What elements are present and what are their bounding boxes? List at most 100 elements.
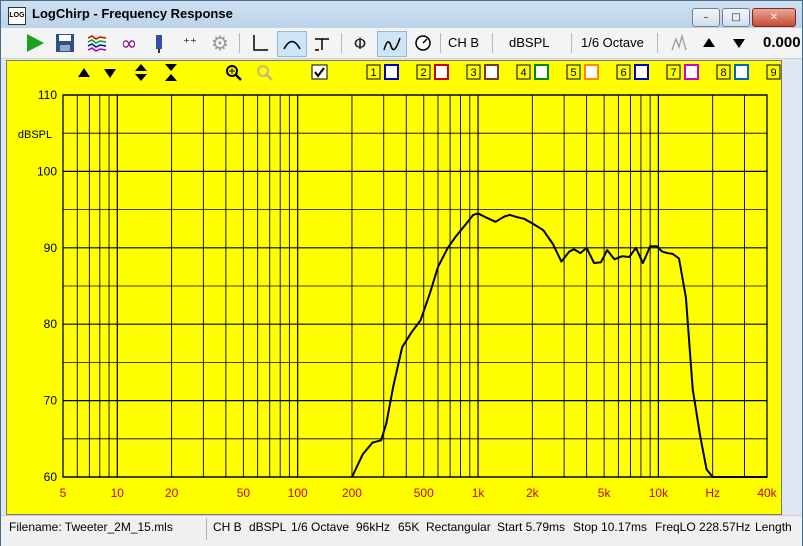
channel-toggle-8[interactable]: 8 bbox=[716, 64, 749, 80]
window-controls: – □ ✕ bbox=[692, 8, 796, 27]
x-tick-label: Hz bbox=[705, 486, 720, 500]
y-tick-label: 70 bbox=[44, 394, 58, 408]
toolbar-separator bbox=[341, 33, 342, 53]
x-tick-label: 50 bbox=[237, 486, 251, 500]
frequency-icon[interactable] bbox=[277, 31, 307, 57]
toolbar-separator bbox=[571, 33, 572, 53]
status-stop: Stop 10.17ms bbox=[573, 520, 648, 534]
channel-color-swatch[interactable] bbox=[484, 64, 499, 80]
scroll-up-icon[interactable] bbox=[78, 68, 90, 77]
channel-number: 9 bbox=[770, 67, 776, 79]
status-channel: CH B bbox=[213, 520, 242, 534]
gear-icon[interactable]: ⚙ bbox=[208, 31, 232, 55]
select-all-checkbox[interactable] bbox=[311, 64, 328, 80]
channel-color-swatch[interactable] bbox=[734, 64, 749, 80]
phase-icon[interactable]: Φ bbox=[347, 31, 373, 55]
status-window: Rectangular bbox=[426, 520, 491, 534]
arrow-up-icon[interactable] bbox=[698, 31, 720, 55]
channel-number: 2 bbox=[420, 67, 426, 79]
y-tick-label: 90 bbox=[44, 241, 58, 255]
channel-color-swatch[interactable] bbox=[584, 64, 599, 80]
channel-selector[interactable]: CH B bbox=[448, 35, 479, 50]
x-tick-label: 40k bbox=[757, 486, 777, 500]
status-length: Length bbox=[755, 520, 792, 534]
y-axis-label: dBSPL bbox=[18, 129, 52, 141]
channel-number: 7 bbox=[670, 67, 676, 79]
channel-toggle-9[interactable]: 9 bbox=[766, 64, 799, 80]
x-axis-ticks: 5 10 20 50 100 200 500 1k 2k 5k 10k Hz 40k bbox=[60, 486, 778, 500]
channel-toggle-7[interactable]: 7 bbox=[666, 64, 699, 80]
channel-toggle-2[interactable]: 2 bbox=[416, 64, 449, 80]
channel-color-swatch[interactable] bbox=[534, 64, 549, 80]
channel-number: 5 bbox=[570, 67, 576, 79]
toolbar-separator bbox=[657, 33, 658, 53]
smoothing-selector[interactable]: 1/6 Octave bbox=[581, 35, 644, 50]
window-title: LogChirp - Frequency Response bbox=[32, 6, 233, 21]
channel-color-swatch[interactable] bbox=[434, 64, 449, 80]
x-tick-label: 100 bbox=[288, 486, 308, 500]
expand-icon[interactable] bbox=[135, 64, 147, 81]
y-tick-label: 100 bbox=[37, 164, 57, 178]
channel-number: 6 bbox=[620, 67, 626, 79]
x-tick-label: 5k bbox=[598, 486, 612, 500]
status-filename: Filename: Tweeter_2M_15.mls bbox=[9, 520, 173, 534]
toolbar-separator bbox=[239, 33, 240, 53]
arrow-down-icon[interactable] bbox=[728, 31, 750, 55]
status-units: dBSPL bbox=[249, 520, 287, 534]
marker-icon[interactable]: ⁺⁺ bbox=[179, 31, 201, 55]
y-tick-label: 60 bbox=[44, 470, 58, 484]
channel-toggle-6[interactable]: 6 bbox=[616, 64, 649, 80]
x-tick-label: 10k bbox=[649, 486, 669, 500]
zoom-out-icon[interactable] bbox=[257, 65, 273, 81]
save-icon[interactable] bbox=[53, 31, 77, 55]
maximize-button[interactable]: □ bbox=[722, 8, 750, 27]
x-tick-label: 200 bbox=[342, 486, 362, 500]
status-start: Start 5.79ms bbox=[497, 520, 566, 534]
channel-toggle-3[interactable]: 3 bbox=[466, 64, 499, 80]
channel-number: 1 bbox=[370, 67, 376, 79]
close-button[interactable]: ✕ bbox=[752, 8, 796, 27]
channel-toggle-1[interactable]: 1 bbox=[366, 64, 399, 80]
y-tick-label: 80 bbox=[44, 317, 58, 331]
grid bbox=[62, 94, 768, 478]
plot-controls bbox=[78, 64, 328, 81]
units-selector[interactable]: dBSPL bbox=[509, 35, 549, 50]
app-window: LOG LogChirp - Frequency Response – □ ✕ … bbox=[0, 0, 803, 546]
channel-number: 3 bbox=[470, 67, 476, 79]
channel-number: 4 bbox=[520, 67, 526, 79]
app-icon: LOG bbox=[8, 7, 26, 25]
channel-toggle-5[interactable]: 5 bbox=[566, 64, 599, 80]
series-layer bbox=[351, 212, 767, 478]
channel-toggle-4[interactable]: 4 bbox=[516, 64, 549, 80]
x-tick-label: 1k bbox=[472, 486, 486, 500]
title-bar[interactable]: LOG LogChirp - Frequency Response – □ ✕ bbox=[1, 1, 802, 28]
toolbar: ∞ ⁺⁺ ⚙ Φ CH B dBSPL 1/6 Octave 0.000 bbox=[1, 28, 802, 59]
frequency-response-chart[interactable]: 1 2 3 4 5 6 7 8 9 5 10 20 50 100 200 500 1k 2k 5k 10k Hz 40k… bbox=[7, 61, 799, 514]
toolbar-separator bbox=[440, 33, 441, 53]
plot-area[interactable]: 1 2 3 4 5 6 7 8 9 5 10 20 50 100 200 500 1k 2k 5k 10k Hz 40k… bbox=[6, 60, 799, 515]
step-icon[interactable] bbox=[309, 31, 335, 55]
marker-probe-icon[interactable] bbox=[668, 31, 690, 55]
toolbar-separator bbox=[492, 33, 493, 53]
zoom-in-icon[interactable] bbox=[226, 65, 242, 81]
infinity-icon[interactable]: ∞ bbox=[117, 31, 141, 55]
minimize-button[interactable]: – bbox=[692, 8, 720, 27]
compress-icon[interactable] bbox=[165, 64, 177, 81]
y-tick-label: 110 bbox=[38, 88, 57, 102]
group-delay-icon[interactable] bbox=[377, 31, 407, 57]
dial-icon[interactable] bbox=[411, 31, 435, 55]
channel-color-swatch[interactable] bbox=[384, 64, 399, 80]
scroll-down-icon[interactable] bbox=[104, 69, 116, 78]
channel-color-swatch[interactable] bbox=[684, 64, 699, 80]
channel-color-swatch[interactable] bbox=[634, 64, 649, 80]
x-tick-label: 10 bbox=[111, 486, 125, 500]
x-tick-label: 20 bbox=[165, 486, 179, 500]
play-icon[interactable] bbox=[23, 31, 47, 55]
impulse-icon[interactable] bbox=[247, 31, 273, 55]
x-tick-label: 5 bbox=[60, 486, 67, 500]
status-smoothing: 1/6 Octave bbox=[291, 520, 350, 534]
status-bar: Filename: Tweeter_2M_15.mls CH B dBSPL 1… bbox=[1, 515, 802, 546]
waterfall-icon[interactable] bbox=[85, 31, 109, 55]
status-size: 65K bbox=[398, 520, 420, 534]
probe-icon[interactable] bbox=[149, 31, 169, 55]
